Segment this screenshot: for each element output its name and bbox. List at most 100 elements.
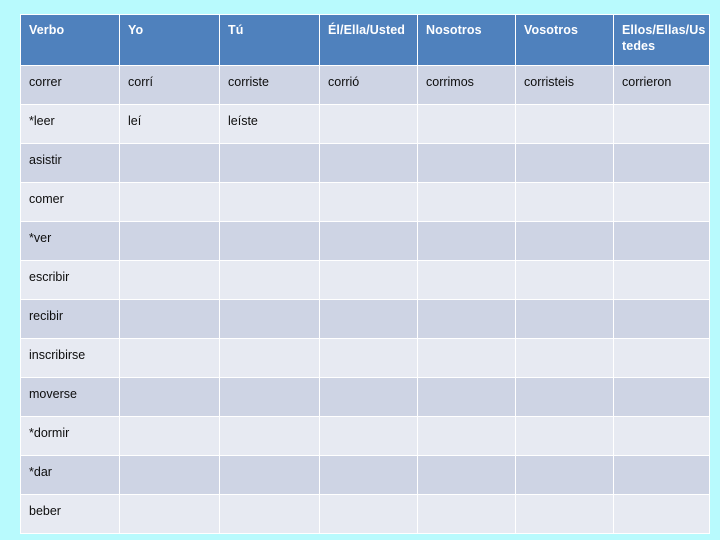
verb-cell[interactable]: *ver — [21, 222, 119, 260]
conjugation-cell[interactable] — [614, 144, 709, 182]
column-header[interactable]: Verbo — [21, 15, 119, 65]
conjugation-cell[interactable] — [614, 222, 709, 260]
verb-cell[interactable]: asistir — [21, 144, 119, 182]
conjugation-cell[interactable] — [120, 261, 219, 299]
conjugation-cell[interactable] — [220, 183, 319, 221]
conjugation-cell[interactable] — [120, 495, 219, 533]
conjugation-cell[interactable] — [614, 261, 709, 299]
conjugation-cell[interactable] — [418, 339, 515, 377]
conjugation-cell[interactable] — [418, 300, 515, 338]
column-header[interactable]: Yo — [120, 15, 219, 65]
table-row: comer — [21, 183, 709, 221]
conjugation-cell[interactable] — [516, 339, 613, 377]
conjugation-cell[interactable] — [516, 222, 613, 260]
conjugation-cell[interactable]: leíste — [220, 105, 319, 143]
conjugation-cell[interactable] — [418, 378, 515, 416]
table-row: *dar — [21, 456, 709, 494]
verb-cell[interactable]: beber — [21, 495, 119, 533]
conjugation-cell[interactable] — [120, 222, 219, 260]
column-header[interactable]: Él/Ella/Usted — [320, 15, 417, 65]
table-row: *leer leí leíste — [21, 105, 709, 143]
verb-cell[interactable]: correr — [21, 66, 119, 104]
conjugation-cell[interactable] — [418, 261, 515, 299]
column-header[interactable]: Vosotros — [516, 15, 613, 65]
conjugation-cell[interactable]: corrieron — [614, 66, 709, 104]
conjugation-cell[interactable] — [320, 378, 417, 416]
verb-cell[interactable]: recibir — [21, 300, 119, 338]
verb-cell[interactable]: inscribirse — [21, 339, 119, 377]
conjugation-cell[interactable] — [220, 300, 319, 338]
conjugation-cell[interactable] — [220, 378, 319, 416]
conjugation-cell[interactable]: corristeis — [516, 66, 613, 104]
conjugation-cell[interactable] — [516, 417, 613, 455]
verb-cell[interactable]: *leer — [21, 105, 119, 143]
conjugation-cell[interactable] — [120, 183, 219, 221]
conjugation-cell[interactable] — [614, 456, 709, 494]
conjugation-cell[interactable] — [320, 456, 417, 494]
conjugation-cell[interactable] — [320, 261, 417, 299]
conjugation-cell[interactable] — [320, 183, 417, 221]
column-header[interactable]: Ellos/Ellas/Ustedes — [614, 15, 709, 65]
conjugation-cell[interactable] — [220, 222, 319, 260]
conjugation-cell[interactable] — [516, 378, 613, 416]
verb-cell[interactable]: *dar — [21, 456, 119, 494]
column-header[interactable]: Tú — [220, 15, 319, 65]
conjugation-cell[interactable]: corrí — [120, 66, 219, 104]
verb-cell[interactable]: *dormir — [21, 417, 119, 455]
conjugation-cell[interactable] — [418, 183, 515, 221]
conjugation-cell[interactable] — [516, 261, 613, 299]
conjugation-cell[interactable] — [120, 339, 219, 377]
verb-cell[interactable]: escribir — [21, 261, 119, 299]
conjugation-cell[interactable] — [516, 183, 613, 221]
table-header: Verbo Yo Tú Él/Ella/Usted Nosotros Vosotros El… — [21, 15, 709, 65]
conjugation-cell[interactable] — [418, 105, 515, 143]
slide-canvas: Verbo Yo Tú Él/Ella/Usted Nosotros Vosotros El… — [0, 0, 720, 540]
conjugation-cell[interactable] — [418, 417, 515, 455]
conjugation-cell[interactable] — [120, 378, 219, 416]
conjugation-cell[interactable] — [516, 105, 613, 143]
conjugation-cell[interactable] — [614, 495, 709, 533]
conjugation-cell[interactable] — [320, 222, 417, 260]
conjugation-cell[interactable]: corriste — [220, 66, 319, 104]
conjugation-cell[interactable] — [614, 300, 709, 338]
conjugation-cell[interactable] — [320, 417, 417, 455]
conjugation-cell[interactable] — [120, 300, 219, 338]
conjugation-cell[interactable] — [418, 456, 515, 494]
conjugation-cell[interactable] — [418, 495, 515, 533]
conjugation-cell[interactable] — [220, 339, 319, 377]
verb-conjugation-table[interactable]: Verbo Yo Tú Él/Ella/Usted Nosotros Vosotros El… — [20, 14, 710, 534]
conjugation-cell[interactable]: corrimos — [418, 66, 515, 104]
conjugation-cell[interactable] — [220, 456, 319, 494]
conjugation-cell[interactable] — [614, 105, 709, 143]
conjugation-cell[interactable] — [418, 144, 515, 182]
conjugation-cell[interactable] — [120, 417, 219, 455]
conjugation-cell[interactable] — [320, 495, 417, 533]
column-header[interactable]: Nosotros — [418, 15, 515, 65]
conjugation-cell[interactable] — [614, 417, 709, 455]
table-body: correr corrí corriste corrió corrimos corrist… — [21, 66, 709, 533]
conjugation-cell[interactable] — [614, 378, 709, 416]
conjugation-cell[interactable] — [418, 222, 515, 260]
conjugation-cell[interactable] — [614, 339, 709, 377]
table-row: moverse — [21, 378, 709, 416]
conjugation-cell[interactable] — [220, 417, 319, 455]
verb-cell[interactable]: comer — [21, 183, 119, 221]
conjugation-cell[interactable] — [516, 144, 613, 182]
conjugation-cell[interactable] — [614, 183, 709, 221]
conjugation-cell[interactable] — [320, 300, 417, 338]
conjugation-cell[interactable] — [120, 144, 219, 182]
conjugation-cell[interactable] — [320, 105, 417, 143]
conjugation-cell[interactable] — [220, 495, 319, 533]
conjugation-cell[interactable] — [516, 456, 613, 494]
conjugation-cell[interactable]: corrió — [320, 66, 417, 104]
conjugation-cell[interactable]: leí — [120, 105, 219, 143]
table-row: recibir — [21, 300, 709, 338]
conjugation-cell[interactable] — [220, 261, 319, 299]
verb-cell[interactable]: moverse — [21, 378, 119, 416]
conjugation-cell[interactable] — [320, 339, 417, 377]
conjugation-cell[interactable] — [220, 144, 319, 182]
conjugation-cell[interactable] — [120, 456, 219, 494]
conjugation-cell[interactable] — [320, 144, 417, 182]
conjugation-cell[interactable] — [516, 300, 613, 338]
conjugation-cell[interactable] — [516, 495, 613, 533]
